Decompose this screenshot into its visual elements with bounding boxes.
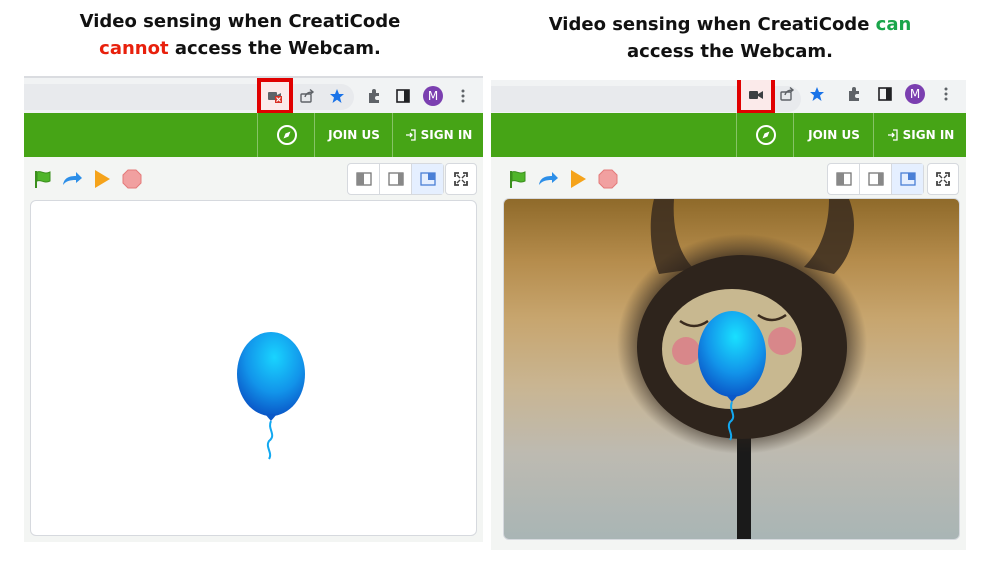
small-stage-button[interactable]	[828, 164, 860, 194]
bookmark-star-icon[interactable]	[803, 80, 831, 108]
large-stage-button[interactable]	[892, 164, 923, 194]
caption-left-emphasis: cannot	[99, 38, 169, 59]
profile-avatar[interactable]: M	[419, 82, 447, 110]
camera-icon[interactable]	[737, 80, 775, 114]
extensions-puzzle-icon[interactable]	[840, 80, 868, 108]
more-menu-icon[interactable]	[932, 80, 960, 108]
sign-in-button[interactable]: SIGN IN	[873, 113, 966, 157]
caption-left: Video sensing when CreatiCode cannot acc…	[60, 8, 420, 62]
large-stage-button[interactable]	[412, 164, 443, 194]
browser-toolbar: M	[491, 80, 966, 117]
medium-stage-button[interactable]	[860, 164, 892, 194]
share-icon[interactable]	[293, 82, 321, 110]
caption-right-line1: Video sensing when CreatiCode can	[520, 11, 940, 38]
explore-compass-icon[interactable]	[257, 113, 315, 157]
caption-left-line1: Video sensing when CreatiCode	[79, 11, 401, 32]
extensions-puzzle-icon[interactable]	[360, 82, 388, 110]
green-flag-icon[interactable]	[505, 166, 531, 192]
site-header: JOIN US SIGN IN	[491, 113, 966, 157]
redo-arrow-icon[interactable]	[535, 166, 561, 192]
share-icon[interactable]	[773, 80, 801, 108]
redo-arrow-icon[interactable]	[59, 166, 85, 192]
caption-right-emphasis: can	[875, 14, 912, 35]
avatar-letter: M	[905, 84, 925, 104]
small-stage-button[interactable]	[348, 164, 380, 194]
caption-left-rest: access the Webcam.	[168, 38, 381, 59]
explore-compass-icon[interactable]	[736, 113, 794, 157]
green-flag-icon[interactable]	[30, 166, 56, 192]
fullscreen-icon[interactable]	[927, 163, 959, 195]
stop-icon[interactable]	[119, 166, 145, 192]
sign-in-button[interactable]: SIGN IN	[392, 113, 483, 157]
player-toolbar	[491, 159, 966, 199]
camera-blocked-icon[interactable]	[257, 78, 293, 114]
browser-toolbar: M	[24, 76, 483, 115]
stage-svg	[617, 199, 867, 539]
screenshot-panel-right: M JOIN US SIGN IN	[491, 80, 966, 550]
stage-svg	[237, 332, 305, 460]
sign-in-icon	[405, 129, 416, 141]
side-panel-icon[interactable]	[389, 82, 417, 110]
avatar-letter: M	[423, 86, 443, 106]
caption-right-prefix: Video sensing when CreatiCode	[548, 14, 876, 35]
stage-size-group	[827, 163, 924, 195]
profile-avatar[interactable]: M	[901, 80, 929, 108]
stage-canvas[interactable]	[503, 198, 960, 540]
medium-stage-button[interactable]	[380, 164, 412, 194]
stage-size-group	[347, 163, 444, 195]
sign-in-icon	[887, 129, 898, 141]
caption-right: Video sensing when CreatiCode can access…	[520, 11, 940, 65]
caption-right-line2: access the Webcam.	[627, 41, 833, 62]
play-icon[interactable]	[565, 166, 591, 192]
play-icon[interactable]	[89, 166, 115, 192]
stop-icon[interactable]	[595, 166, 621, 192]
join-us-button[interactable]: JOIN US	[314, 113, 393, 157]
player-toolbar	[24, 159, 483, 199]
screenshot-panel-left: M JOIN US SIGN IN	[24, 76, 483, 542]
join-us-button[interactable]: JOIN US	[793, 113, 874, 157]
caption-left-line2: cannot access the Webcam.	[60, 35, 420, 62]
side-panel-icon[interactable]	[871, 80, 899, 108]
site-header: JOIN US SIGN IN	[24, 113, 483, 157]
balloon-sprite[interactable]	[237, 332, 305, 460]
sign-in-label: SIGN IN	[420, 128, 473, 142]
fullscreen-icon[interactable]	[445, 163, 477, 195]
more-menu-icon[interactable]	[449, 82, 477, 110]
stage-canvas[interactable]	[30, 200, 477, 536]
sign-in-label: SIGN IN	[902, 128, 955, 142]
bookmark-star-icon[interactable]	[323, 82, 351, 110]
